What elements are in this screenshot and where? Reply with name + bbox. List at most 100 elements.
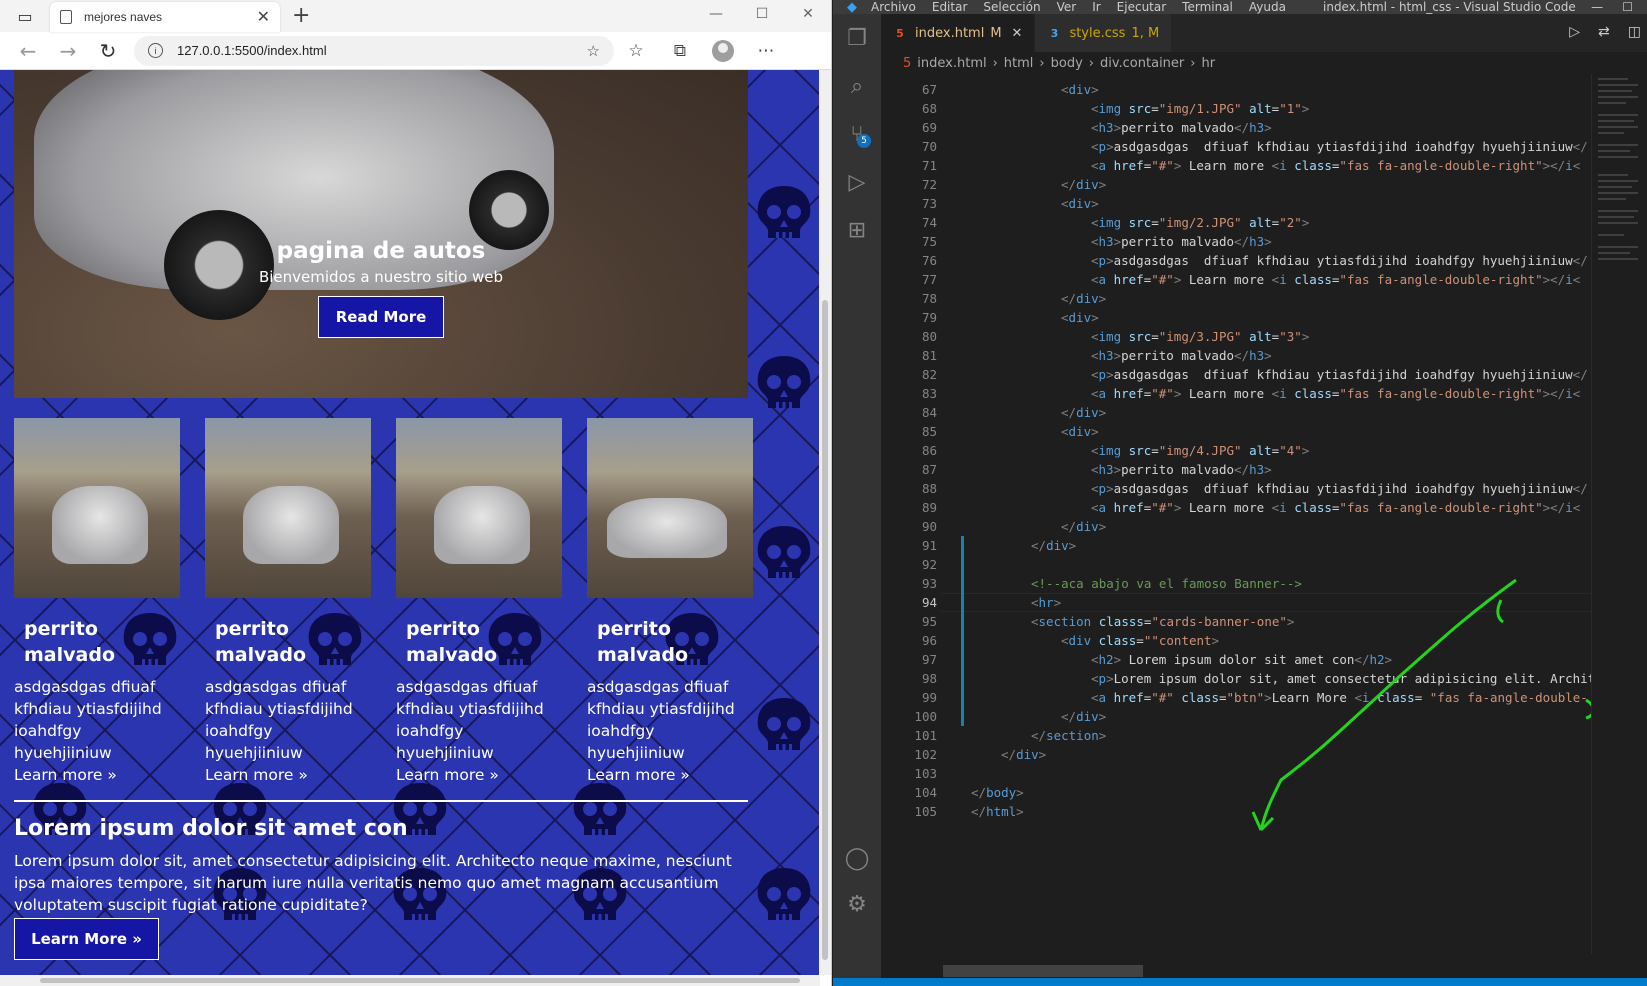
code-line[interactable]: 105 </html> bbox=[881, 802, 1591, 821]
menu-item[interactable]: Ejecutar bbox=[1117, 0, 1167, 14]
settings-gear-icon[interactable]: ⚙ bbox=[833, 880, 881, 928]
explorer-icon[interactable]: ❐ bbox=[833, 14, 881, 62]
line-code: <section classs="cards-banner-one"> bbox=[1031, 614, 1295, 629]
address-bar[interactable]: i 127.0.0.1:5500/index.html ☆ bbox=[134, 35, 614, 66]
banner-learn-more-button[interactable]: Learn More » bbox=[14, 918, 159, 960]
menu-item[interactable]: Selección bbox=[983, 0, 1040, 14]
code-line[interactable]: 73 <div> bbox=[881, 194, 1591, 213]
menu-item[interactable]: Terminal bbox=[1182, 0, 1233, 14]
handwritten-annotation-arrow bbox=[1251, 578, 1595, 832]
line-code: <img src="img/1.JPG" alt="1"> bbox=[1091, 101, 1310, 116]
code-line[interactable]: 78 </div> bbox=[881, 289, 1591, 308]
close-window-icon[interactable]: ✕ bbox=[785, 0, 831, 28]
code-line[interactable]: 81 <h3>perrito malvado</h3> bbox=[881, 346, 1591, 365]
editor-actions: ▷ ⇄ ◫ bbox=[1569, 24, 1641, 40]
code-line[interactable]: 88 <p>asdgasdgas dfiuaf kfhdiau ytiasfdij… bbox=[881, 479, 1591, 498]
reload-button[interactable]: ↻ bbox=[88, 36, 128, 66]
code-line[interactable]: 96 <div class=""content> bbox=[881, 631, 1591, 650]
code-line[interactable]: 80 <img src="img/3.JPG" alt="3"> bbox=[881, 327, 1591, 346]
breadcrumb-item[interactable]: index.html bbox=[917, 56, 986, 71]
menu-item[interactable]: Archivo bbox=[871, 0, 916, 14]
back-button[interactable]: ← bbox=[8, 36, 48, 66]
code-line[interactable]: 100 </div> bbox=[881, 707, 1591, 726]
code-line[interactable]: 93 <!--aca abajo va el famoso Banner--> bbox=[881, 574, 1591, 593]
editor-horizontal-scrollbar[interactable] bbox=[943, 965, 1143, 977]
code-line[interactable]: 85 <div> bbox=[881, 422, 1591, 441]
code-line[interactable]: 75 <h3>perrito malvado</h3> bbox=[881, 232, 1591, 251]
code-line[interactable]: 99 <a href="#" class="btn">Learn More <i … bbox=[881, 688, 1591, 707]
learn-more-link[interactable]: Learn more » bbox=[587, 764, 753, 786]
code-line[interactable]: 83 <a href="#"> Learn more <i class="fas … bbox=[881, 384, 1591, 403]
minimap[interactable] bbox=[1591, 74, 1647, 954]
code-line[interactable]: 104 </body> bbox=[881, 783, 1591, 802]
code-line[interactable]: 97 <h2> Lorem ipsum dolor sit amet con</h… bbox=[881, 650, 1591, 669]
menu-item[interactable]: Ir bbox=[1092, 0, 1100, 14]
menu-item[interactable]: Ver bbox=[1057, 0, 1077, 14]
tab-style-css[interactable]: 3 style.css 1, M bbox=[1035, 14, 1173, 52]
code-line[interactable]: 72 </div> bbox=[881, 175, 1591, 194]
breadcrumb-item[interactable]: html bbox=[1004, 56, 1034, 71]
new-tab-button[interactable]: + bbox=[292, 3, 310, 28]
favorites-icon[interactable]: ☆ bbox=[614, 36, 658, 66]
learn-more-link[interactable]: Learn more » bbox=[14, 764, 180, 786]
extensions-icon[interactable]: ⊞ bbox=[833, 206, 881, 254]
code-line[interactable]: 91 </div> bbox=[881, 536, 1591, 555]
code-line[interactable]: 68 <img src="img/1.JPG" alt="1"> bbox=[881, 99, 1591, 118]
code-line[interactable]: 90 </div> bbox=[881, 517, 1591, 536]
line-code: <h3>perrito malvado</h3> bbox=[1091, 348, 1272, 363]
code-line[interactable]: 86 <img src="img/4.JPG" alt="4"> bbox=[881, 441, 1591, 460]
site-info-icon[interactable]: i bbox=[148, 43, 163, 58]
close-tab-icon[interactable]: ✕ bbox=[1012, 26, 1023, 41]
tab-actions-icon[interactable]: ▭ bbox=[0, 0, 50, 32]
split-editor-icon[interactable]: ◫ bbox=[1628, 24, 1641, 40]
code-line[interactable]: 76 <p>asdgasdgas dfiuaf kfhdiau ytiasfdij… bbox=[881, 251, 1591, 270]
breadcrumb-item[interactable]: hr bbox=[1201, 56, 1215, 71]
code-line[interactable]: 69 <h3>perrito malvado</h3> bbox=[881, 118, 1591, 137]
run-debug-icon[interactable]: ▷ bbox=[833, 158, 881, 206]
learn-more-link[interactable]: Learn more » bbox=[205, 764, 371, 786]
code-line[interactable]: 102 </div> bbox=[881, 745, 1591, 764]
menu-item[interactable]: Ayuda bbox=[1249, 0, 1286, 14]
search-icon[interactable]: ⌕ bbox=[833, 62, 881, 110]
source-control-icon[interactable]: ⑂ 5 bbox=[833, 110, 881, 158]
learn-more-link[interactable]: Learn more » bbox=[396, 764, 562, 786]
compare-changes-icon[interactable]: ⇄ bbox=[1598, 24, 1610, 40]
code-editor[interactable]: 67 <div> 68 <img src="img/1.JPG" alt="1"> 69… bbox=[881, 80, 1595, 960]
accounts-icon[interactable]: ◯ bbox=[833, 834, 881, 882]
code-line[interactable]: 82 <p>asdgasdgas dfiuaf kfhdiau ytiasfdij… bbox=[881, 365, 1591, 384]
code-line[interactable]: 71 <a href="#"> Learn more <i class="fas … bbox=[881, 156, 1591, 175]
tab-index-html[interactable]: 5 index.html M ✕ bbox=[881, 14, 1036, 52]
code-line[interactable]: 98 <p>Lorem ipsum dolor sit, amet consect… bbox=[881, 669, 1591, 688]
run-icon[interactable]: ▷ bbox=[1569, 24, 1580, 40]
more-menu-icon[interactable]: ⋯ bbox=[744, 36, 788, 66]
forward-button[interactable]: → bbox=[48, 36, 88, 66]
breadcrumb-item[interactable]: body bbox=[1051, 56, 1083, 71]
window-controls[interactable]: — ☐ bbox=[1591, 0, 1633, 14]
code-line[interactable]: 89 <a href="#"> Learn more <i class="fas … bbox=[881, 498, 1591, 517]
code-line[interactable]: 95 <section classs="cards-banner-one"> bbox=[881, 612, 1591, 631]
code-line[interactable]: 103 bbox=[881, 764, 1591, 783]
page-horizontal-scrollbar[interactable] bbox=[0, 975, 820, 986]
menu-item[interactable]: Editar bbox=[932, 0, 968, 14]
line-number: 87 bbox=[921, 462, 937, 477]
code-line[interactable]: 92 bbox=[881, 555, 1591, 574]
code-line[interactable]: 77 <a href="#"> Learn more <i class="fas … bbox=[881, 270, 1591, 289]
page-vertical-scrollbar[interactable] bbox=[819, 70, 831, 975]
code-line[interactable]: 87 <h3>perrito malvado</h3> bbox=[881, 460, 1591, 479]
code-line[interactable]: 84 </div> bbox=[881, 403, 1591, 422]
code-line[interactable]: 70 <p>asdgasdgas dfiuaf kfhdiau ytiasfdij… bbox=[881, 137, 1591, 156]
collections-icon[interactable]: ⧉ bbox=[658, 36, 702, 66]
browser-tab[interactable]: mejores naves ✕ bbox=[50, 2, 280, 32]
code-line[interactable]: 79 <div> bbox=[881, 308, 1591, 327]
read-more-button[interactable]: Read More bbox=[318, 296, 444, 338]
line-code: </div> bbox=[1061, 405, 1107, 420]
maximize-icon[interactable]: ☐ bbox=[739, 0, 785, 28]
breadcrumb-item[interactable]: div.container bbox=[1100, 56, 1184, 71]
minimize-icon[interactable]: — bbox=[693, 0, 739, 28]
add-favorite-icon[interactable]: ☆ bbox=[587, 42, 600, 60]
close-tab-icon[interactable]: ✕ bbox=[257, 7, 270, 27]
profile-avatar[interactable] bbox=[712, 39, 734, 62]
code-line[interactable]: 74 <img src="img/2.JPG" alt="2"> bbox=[881, 213, 1591, 232]
code-line[interactable]: 101 </section> bbox=[881, 726, 1591, 745]
code-line[interactable]: 67 <div> bbox=[881, 80, 1591, 99]
